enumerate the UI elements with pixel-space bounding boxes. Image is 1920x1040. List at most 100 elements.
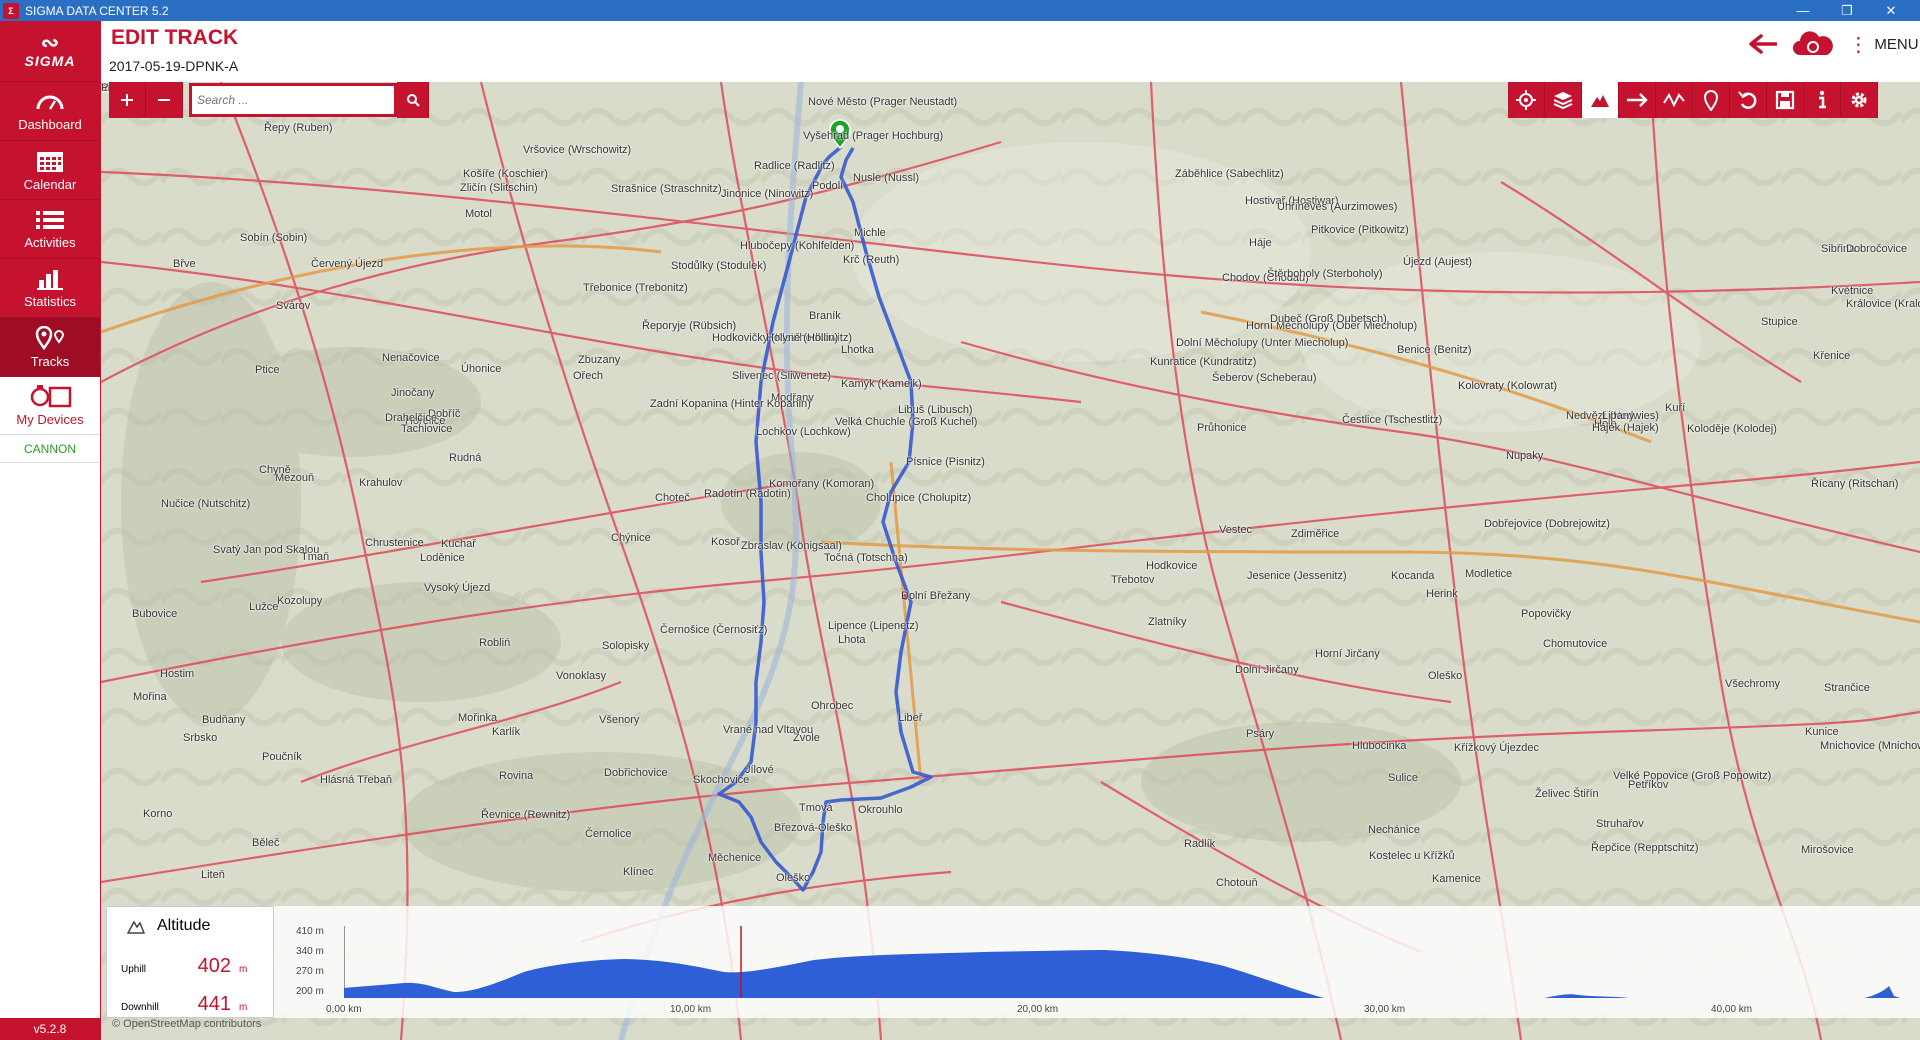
place-label: Loděnice — [420, 552, 465, 564]
altitude-profile-button[interactable] — [1582, 82, 1619, 118]
place-label: Hlubočinka — [1352, 740, 1407, 752]
place-label: Běleč — [252, 837, 280, 849]
place-label: Jinonice (Ninowitz) — [721, 188, 814, 200]
altitude-profile-chart[interactable]: 410 m 340 m 270 m 200 m 0,00 km 10,00 km… — [274, 906, 1920, 1018]
uphill-label: Uphill — [121, 964, 147, 975]
place-label: Michle — [854, 227, 886, 239]
place-label: Dobročovice — [1846, 243, 1908, 255]
sidebar-item-my-devices[interactable]: My Devices — [0, 376, 100, 435]
place-label: Vysoký Újezd — [424, 582, 491, 594]
place-label: Sobín (Sobin) — [240, 232, 308, 244]
sidebar-item-label: Activities — [24, 234, 76, 250]
place-label: Květnice — [1831, 285, 1874, 297]
place-label: Chrustenice — [365, 537, 424, 549]
place-label: Nusle (Nussl) — [853, 172, 920, 184]
sidebar-item-dashboard[interactable]: Dashboard — [0, 81, 100, 140]
info-button[interactable] — [1804, 82, 1841, 118]
place-label: Vyšehrad (Prager Hochburg) — [803, 130, 944, 142]
place-label: Břve — [173, 258, 196, 270]
place-label: Lužce — [249, 601, 279, 613]
place-label: Strašnice (Straschnitz) — [611, 183, 722, 195]
search-input[interactable] — [192, 86, 394, 114]
sidebar-item-calendar[interactable]: Calendar — [0, 140, 100, 199]
place-label: Královice (Kralowitz) — [1846, 298, 1920, 310]
sidebar-item-label: Dashboard — [18, 116, 82, 132]
save-button[interactable] — [1767, 82, 1804, 118]
sidebar-item-label: Tracks — [30, 353, 70, 369]
place-label: Slivenec (Sliwenetz) — [732, 370, 832, 382]
sigma-logo[interactable]: ∾ SIGMA — [0, 21, 100, 81]
place-label: Rovina — [499, 770, 534, 782]
place-label: Poučník — [262, 751, 302, 763]
gear-icon — [1851, 92, 1867, 108]
window-titlebar: Σ SIGMA DATA CENTER 5.2 — ❐ ✕ — [0, 0, 1920, 21]
sidebar-item-statistics[interactable]: Statistics — [0, 258, 100, 317]
search-toolbar — [397, 82, 429, 118]
place-label: Radlík — [1184, 838, 1216, 850]
place-label: Řepčice (Repptschitz) — [1591, 842, 1699, 854]
place-label: Křenice — [1813, 350, 1851, 362]
place-label: Dolní Jirčany — [1235, 664, 1299, 676]
map-view[interactable]: Nové Město (Prager Neustadt) Vyšehrad (Pr… — [101, 82, 1920, 1040]
layers-icon — [1553, 92, 1573, 110]
place-label: Zličín (Slitschin) — [460, 182, 538, 194]
cloud-sync-icon[interactable] — [1791, 29, 1835, 59]
place-label: Želivec — [1535, 788, 1570, 800]
place-label: Dubeč (Groß Dubetsch) — [1270, 313, 1387, 325]
close-icon[interactable]: ✕ — [1871, 0, 1911, 21]
back-arrow-icon[interactable] — [1746, 29, 1780, 59]
map-canvas[interactable] — [101, 82, 1920, 1040]
place-label: Kosoř — [711, 536, 740, 548]
sidebar-item-label: My Devices — [16, 412, 84, 427]
direction-button[interactable] — [1619, 82, 1656, 118]
plus-icon — [121, 94, 133, 106]
undo-button[interactable] — [1730, 82, 1767, 118]
place-label: Kunratice (Kundratitz) — [1150, 356, 1257, 368]
place-label: Benice (Benitz) — [1397, 344, 1472, 356]
place-label: Zbraslav (Königsaal) — [741, 540, 842, 552]
place-label: Písnice (Pisnitz) — [906, 456, 985, 468]
window-title: SIGMA DATA CENTER 5.2 — [25, 3, 169, 18]
restore-icon[interactable]: ❐ — [1827, 0, 1867, 21]
speedometer-icon — [36, 95, 64, 110]
layers-button[interactable] — [1545, 82, 1582, 118]
place-label: Chýnice — [611, 532, 651, 544]
place-label: Psáry — [1246, 728, 1275, 740]
zoom-out-button[interactable] — [146, 82, 183, 118]
sidebar-item-activities[interactable]: Activities — [0, 199, 100, 258]
place-label: Dolní Břežany — [901, 590, 971, 602]
x-tick-label: 40,00 km — [1711, 1004, 1753, 1015]
place-label: Kostelec u Křížků — [1369, 850, 1455, 862]
device-name[interactable]: CANNON — [0, 435, 100, 463]
place-label: Holyně (Hollin) — [766, 332, 839, 344]
downhill-label: Downhill — [121, 1002, 159, 1013]
sidebar-item-tracks[interactable]: Tracks — [0, 317, 100, 376]
place-label: Modletice — [1465, 568, 1513, 580]
search-button[interactable] — [397, 82, 429, 118]
menu-button[interactable]: ⋮ MENU — [1846, 29, 1920, 59]
minimize-icon[interactable]: — — [1783, 0, 1823, 21]
y-tick-label: 200 m — [296, 986, 324, 997]
zoom-in-button[interactable] — [109, 82, 146, 118]
place-label: Lhota — [838, 634, 866, 646]
waveform-icon — [1663, 92, 1685, 108]
place-label: Nenačovice — [382, 352, 440, 364]
place-label: Korno — [143, 808, 173, 820]
place-label: Křížkový Újezdec — [1454, 742, 1539, 754]
place-label: Srbsko — [183, 732, 218, 744]
sigma-logo-icon: ∾ — [40, 30, 60, 55]
place-label: Velká Chuchle (Groß Kuchel) — [835, 416, 978, 428]
place-label: Červený Újezd — [311, 258, 384, 270]
place-label: Choteč — [655, 492, 690, 504]
locate-button[interactable] — [1508, 82, 1545, 118]
route-edit-button[interactable] — [1656, 82, 1693, 118]
add-poi-button[interactable] — [1693, 82, 1730, 118]
place-label: Koloděje (Kolodej) — [1687, 423, 1777, 435]
place-label: Mořinka — [458, 712, 498, 724]
map-pin-icon — [35, 325, 65, 350]
place-label: Braník — [809, 310, 841, 322]
place-label: Řevnice (Rewnitz) — [481, 809, 571, 821]
settings-button[interactable] — [1841, 82, 1878, 118]
place-label: Skochovice — [693, 774, 750, 786]
place-label: Chyně — [259, 464, 291, 476]
